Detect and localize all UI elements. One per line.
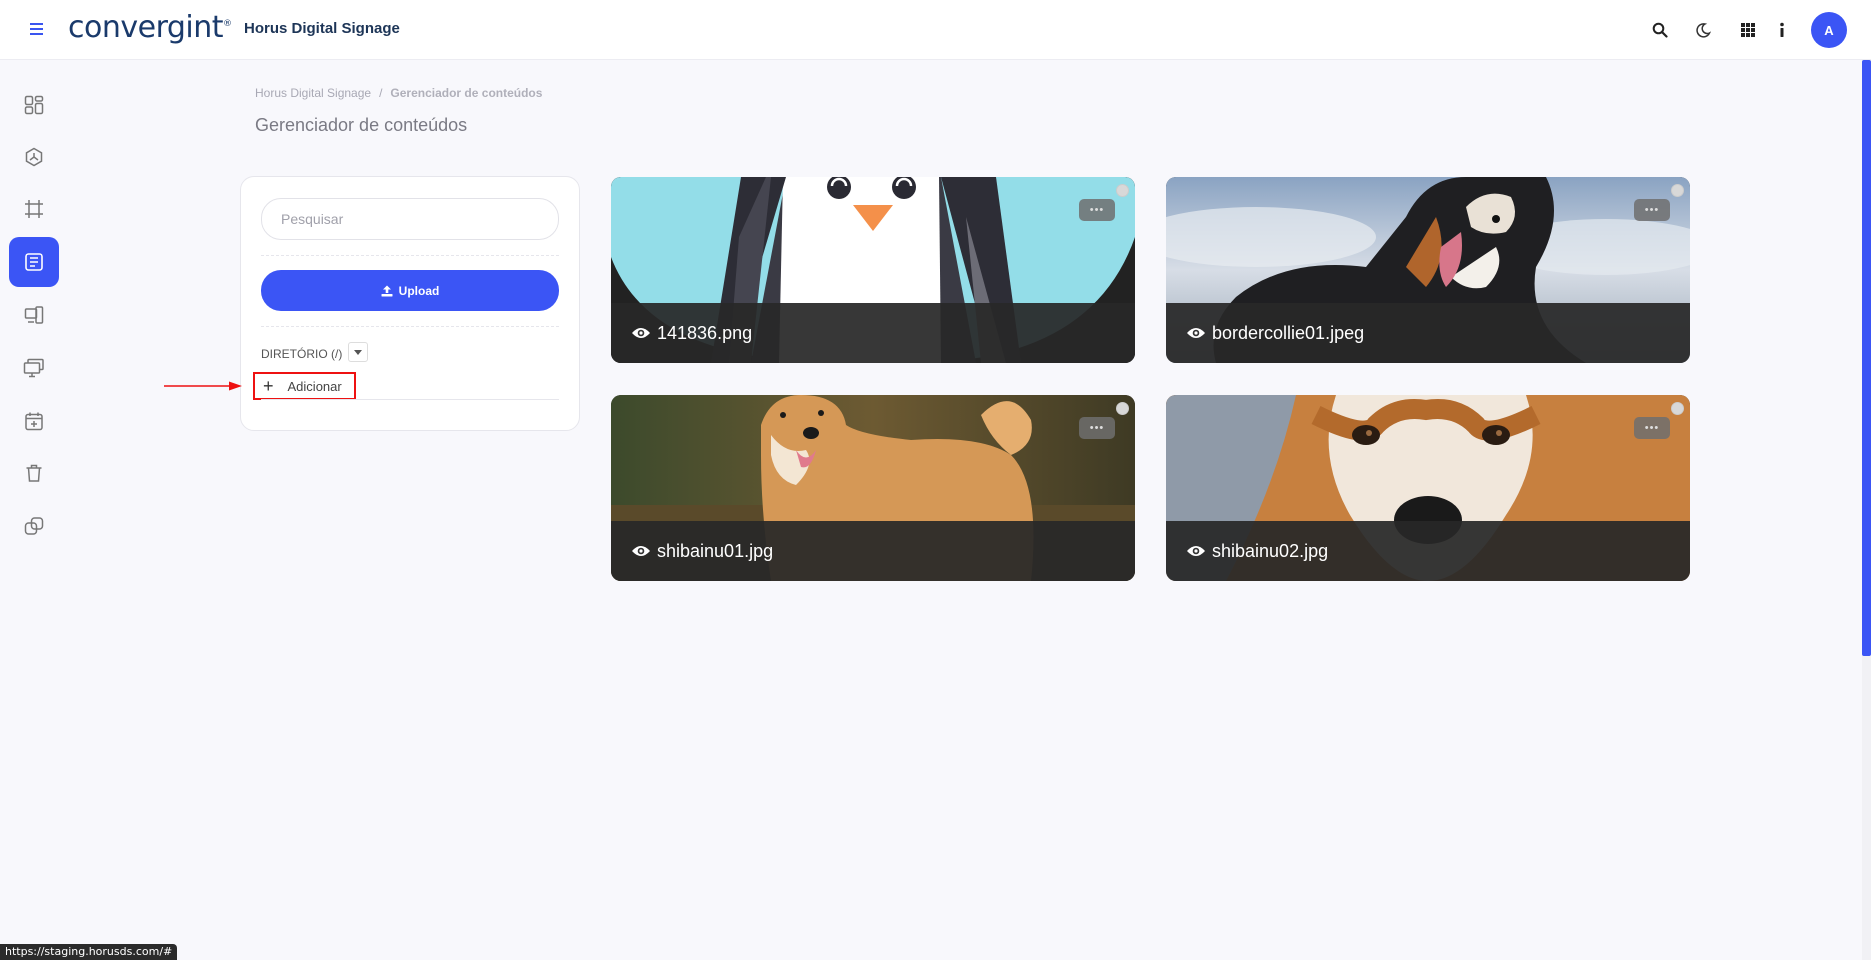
add-folder-button[interactable]: + Adicionar — [253, 372, 356, 400]
select-radio[interactable] — [1671, 402, 1684, 415]
file-name-bar: shibainu02.jpg — [1166, 521, 1690, 581]
breadcrumb-current: Gerenciador de conteúdos — [390, 86, 543, 100]
breadcrumb-root[interactable]: Horus Digital Signage — [255, 86, 371, 100]
sidebar-item-network[interactable] — [9, 132, 59, 182]
sidebar-item-integrations[interactable] — [9, 501, 59, 551]
moon-icon[interactable] — [1690, 17, 1716, 43]
sidebar-item-schedule[interactable] — [9, 396, 59, 446]
file-card[interactable]: ••• shibainu02.jpg — [1166, 395, 1690, 581]
app-title: Horus Digital Signage — [244, 20, 400, 37]
frame-grid-icon — [25, 200, 43, 218]
breadcrumb: Horus Digital Signage / Gerenciador de con… — [255, 86, 542, 100]
status-url: https://staging.horusds.com/# — [0, 944, 178, 960]
select-radio[interactable] — [1671, 184, 1684, 197]
select-radio[interactable] — [1116, 184, 1129, 197]
sidebar-item-layouts[interactable] — [9, 184, 59, 234]
file-name: bordercollie01.jpeg — [1212, 322, 1365, 343]
select-radio[interactable] — [1116, 402, 1129, 415]
divider — [261, 399, 559, 400]
monitors-icon — [23, 358, 44, 378]
logo-text: convergint — [68, 10, 224, 45]
dashboard-icon — [24, 95, 44, 115]
more-options-button[interactable]: ••• — [1079, 199, 1115, 221]
breadcrumb-separator: / — [379, 86, 383, 100]
plus-icon: + — [263, 376, 274, 396]
sidebar-item-trash[interactable] — [9, 448, 59, 498]
eye-icon[interactable] — [1186, 544, 1206, 558]
sidebar-item-displays[interactable] — [9, 343, 59, 393]
content-manager-icon — [25, 253, 43, 271]
sidebar-item-content-manager[interactable] — [9, 237, 59, 287]
divider — [261, 326, 559, 327]
calendar-add-icon — [25, 412, 43, 431]
directory-label: DIRETÓRIO (/) — [261, 347, 343, 361]
hamburger-menu-icon[interactable] — [26, 18, 48, 40]
file-name: shibainu01.jpg — [657, 540, 774, 561]
apps-grid-icon[interactable] — [1735, 17, 1761, 43]
scrollbar-thumb[interactable] — [1862, 60, 1871, 656]
search-icon[interactable] — [1647, 17, 1673, 43]
file-card[interactable]: ••• shibainu01.jpg — [611, 395, 1135, 581]
upload-label: Upload — [398, 283, 440, 298]
search-input[interactable] — [261, 198, 559, 240]
info-icon[interactable] — [1769, 17, 1795, 43]
eye-icon[interactable] — [631, 326, 651, 340]
sidebar — [0, 60, 70, 960]
file-name: shibainu02.jpg — [1212, 540, 1329, 561]
logo[interactable]: convergint® — [68, 10, 232, 45]
file-name: 141836.png — [657, 322, 753, 343]
file-card[interactable]: ••• bordercollie01.jpeg — [1166, 177, 1690, 363]
page-title: Gerenciador de conteúdos — [255, 115, 468, 135]
devices-icon — [24, 306, 44, 324]
directory-dropdown-button[interactable] — [348, 342, 368, 362]
logo-trademark: ® — [223, 19, 232, 29]
trash-icon — [26, 464, 42, 482]
file-name-bar: bordercollie01.jpeg — [1166, 303, 1690, 363]
top-bar: convergint® Horus Digital Signage A — [0, 0, 1871, 60]
sidebar-item-dashboard[interactable] — [9, 80, 59, 130]
hexagon-network-icon — [25, 147, 43, 167]
upload-icon — [381, 285, 393, 296]
avatar[interactable]: A — [1811, 12, 1847, 48]
sidebar-item-devices[interactable] — [9, 290, 59, 340]
more-options-button[interactable]: ••• — [1634, 199, 1670, 221]
eye-icon[interactable] — [631, 544, 651, 558]
add-label: Adicionar — [287, 378, 342, 394]
file-name-bar: 141836.png — [611, 303, 1135, 363]
file-name-bar: shibainu01.jpg — [611, 521, 1135, 581]
chevron-down-icon — [354, 349, 362, 355]
eye-icon[interactable] — [1186, 326, 1206, 340]
file-card[interactable]: ••• 141836.png — [611, 177, 1135, 363]
more-options-button[interactable]: ••• — [1079, 417, 1115, 439]
link-copy-icon — [24, 517, 44, 535]
upload-button[interactable]: Upload — [261, 270, 559, 311]
divider — [261, 255, 559, 256]
more-options-button[interactable]: ••• — [1634, 417, 1670, 439]
annotation-arrow — [164, 381, 242, 391]
file-panel: Upload DIRETÓRIO (/) + Adicionar — [240, 176, 580, 431]
